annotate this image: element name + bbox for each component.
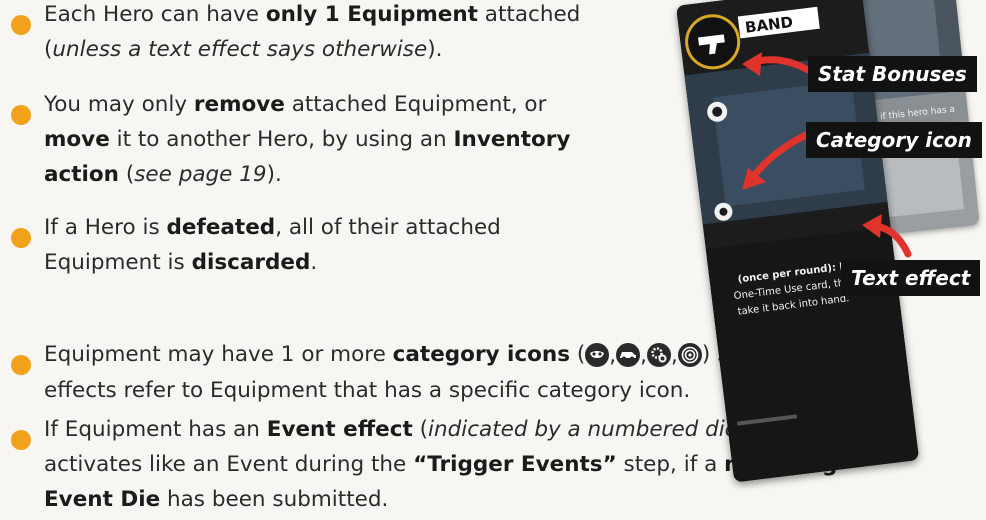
rule-remove-move: You may only remove attached Equipment, … bbox=[44, 87, 570, 192]
rule-defeated: If a Hero is defeated, all of their atta… bbox=[44, 210, 501, 280]
text-run: If a Hero is bbox=[44, 215, 167, 240]
text-run: , all of their attached bbox=[275, 215, 501, 240]
text-run: . bbox=[310, 250, 318, 275]
callout-stat-bonuses: Stat Bonuses bbox=[808, 56, 977, 92]
icon-separator: , bbox=[609, 342, 617, 368]
text-run: ). bbox=[427, 37, 443, 62]
arrow-stat-bonuses bbox=[750, 56, 812, 74]
arrowhead-stat-bonuses bbox=[742, 52, 762, 76]
italic-text: unless a text effect says otherwise bbox=[52, 37, 428, 62]
icon-separator: , bbox=[640, 342, 647, 368]
text-run: ). bbox=[266, 162, 282, 187]
text-run: If Equipment has an bbox=[44, 417, 267, 442]
text-run: it to another Hero, by using an bbox=[109, 127, 454, 152]
text-run: attached bbox=[477, 2, 581, 27]
rule-line: If a Hero is defeated, all of their atta… bbox=[44, 210, 501, 245]
text-run: attached Equipment, or bbox=[284, 92, 547, 117]
arrowhead-text-effect bbox=[862, 214, 882, 238]
bullet-marker bbox=[11, 105, 31, 125]
callout-category-icon: Category icon bbox=[806, 122, 982, 158]
callout-text-effect: Text effect bbox=[841, 260, 981, 296]
arrow-category-icon bbox=[748, 130, 812, 182]
bold-text: only 1 Equipment bbox=[265, 2, 478, 27]
bold-text: discarded bbox=[191, 250, 311, 275]
bold-text: defeated bbox=[166, 215, 276, 240]
text-run: ( bbox=[412, 417, 428, 442]
rule-line: You may only remove attached Equipment, … bbox=[44, 87, 570, 122]
rule-line: Equipment is discarded. bbox=[44, 245, 501, 280]
rule-line: action (see page 19). bbox=[44, 157, 570, 192]
text-run: ( bbox=[118, 162, 135, 187]
rule-line: (unless a text effect says otherwise). bbox=[44, 32, 580, 67]
bold-text: category icons bbox=[392, 342, 571, 367]
bold-text: remove bbox=[193, 92, 285, 117]
bold-text: Event effect bbox=[266, 417, 413, 442]
text-run: Each Hero can have bbox=[44, 2, 266, 27]
rule-line: Event Die has been submitted. bbox=[44, 482, 837, 517]
text-run: ( bbox=[570, 342, 586, 367]
bullet-marker bbox=[11, 15, 31, 35]
bold-text: Inventory bbox=[453, 127, 571, 152]
equipment-card-illustration: On the last round, if this hero has a BA… bbox=[676, 0, 986, 483]
rule-equipment-limit: Each Hero can have only 1 Equipment atta… bbox=[44, 0, 580, 67]
text-run: effects refer to Equipment that has a sp… bbox=[44, 377, 691, 403]
rule-line: move it to another Hero, by using an Inv… bbox=[44, 122, 570, 157]
bold-text: “Trigger Events” bbox=[413, 452, 617, 477]
rule-line: Each Hero can have only 1 Equipment atta… bbox=[44, 0, 580, 32]
bullet-marker bbox=[11, 228, 31, 248]
rules-page: Each Hero can have only 1 Equipment atta… bbox=[0, 0, 986, 520]
text-run: Equipment may have 1 or more bbox=[44, 342, 393, 367]
bold-text: Event Die bbox=[44, 487, 161, 512]
text-run: activates like an Event during the bbox=[44, 452, 414, 477]
mask-icon bbox=[585, 342, 610, 367]
gears-icon bbox=[646, 342, 671, 367]
text-run: Equipment is bbox=[44, 250, 192, 275]
italic-text: see page 19 bbox=[134, 162, 267, 187]
text-run: has been submitted. bbox=[160, 487, 389, 512]
bold-text: action bbox=[44, 162, 119, 187]
bold-text: move bbox=[44, 127, 110, 152]
bullet-marker bbox=[11, 430, 31, 450]
text-run: You may only bbox=[44, 92, 194, 117]
vehicle-icon bbox=[616, 342, 641, 367]
bullet-marker bbox=[11, 355, 31, 375]
